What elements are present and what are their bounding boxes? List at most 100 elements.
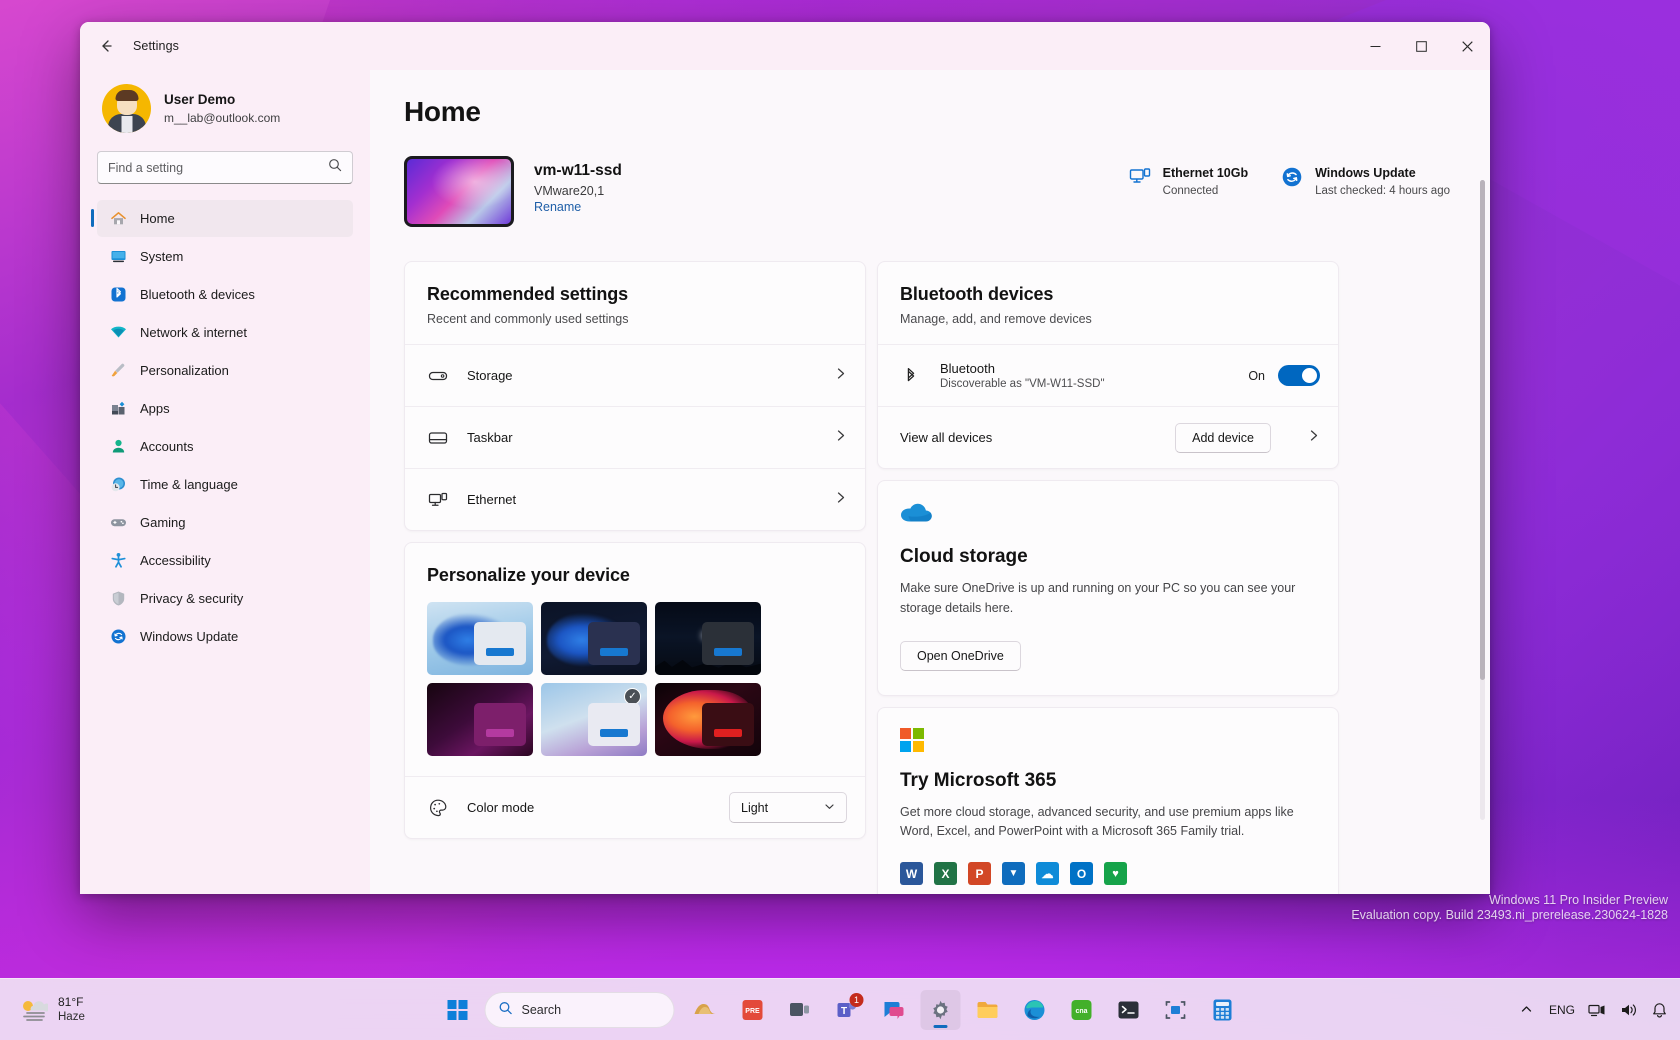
- sidebar-item-time-language[interactable]: Time & language: [97, 466, 353, 503]
- chevron-right-icon: [1307, 429, 1320, 447]
- sidebar-item-privacy-security[interactable]: Privacy & security: [97, 580, 353, 617]
- status-sub: Connected: [1163, 183, 1248, 200]
- sidebar-item-label: Personalization: [140, 363, 229, 378]
- anaconda-app[interactable]: cna: [1062, 990, 1102, 1030]
- card-title: Recommended settings: [427, 284, 843, 305]
- chat-app[interactable]: [874, 990, 914, 1030]
- wallpaper-option[interactable]: [655, 683, 761, 756]
- notification-icon[interactable]: [1650, 1001, 1668, 1019]
- word-icon: W: [900, 862, 923, 885]
- bluetooth-toggle[interactable]: [1278, 365, 1320, 386]
- search-setting-box[interactable]: [97, 151, 353, 184]
- wallpaper-option[interactable]: ✓: [541, 683, 647, 756]
- outlook-icon: O: [1070, 862, 1093, 885]
- taskbar-search[interactable]: Search: [485, 992, 675, 1028]
- color-mode-label: Color mode: [467, 800, 534, 815]
- prezi-app[interactable]: PRE: [733, 990, 773, 1030]
- teams-app[interactable]: T 1: [827, 990, 867, 1030]
- card-subtitle: Recent and commonly used settings: [427, 312, 843, 326]
- sidebar-item-personalization[interactable]: Personalization: [97, 352, 353, 389]
- edge-browser[interactable]: [1015, 990, 1055, 1030]
- status-windows-update[interactable]: Windows Update Last checked: 4 hours ago: [1280, 165, 1450, 200]
- calculator-app[interactable]: [1203, 990, 1243, 1030]
- onedrive-icon: ☁: [1036, 862, 1059, 885]
- file-explorer[interactable]: [968, 990, 1008, 1030]
- chevron-down-icon: [824, 801, 835, 815]
- svg-text:T: T: [841, 1006, 847, 1017]
- sidebar-item-accessibility[interactable]: Accessibility: [97, 542, 353, 579]
- sidebar-item-label: Time & language: [140, 477, 238, 492]
- color-mode-row[interactable]: Color mode Light: [405, 776, 865, 838]
- add-device-button[interactable]: Add device: [1175, 423, 1271, 453]
- network-tray-icon[interactable]: [1588, 1001, 1606, 1019]
- wallpaper-option[interactable]: [541, 602, 647, 675]
- user-profile[interactable]: User Demo m__lab@outlook.com: [97, 70, 353, 151]
- device-header: vm-w11-ssd VMware20,1 Rename Ethernet 10…: [404, 156, 1450, 227]
- gamepad-icon: [109, 514, 127, 532]
- m365-text: Get more cloud storage, advanced securit…: [900, 803, 1310, 843]
- maximize-button[interactable]: [1398, 22, 1444, 70]
- minimize-button[interactable]: [1352, 22, 1398, 70]
- start-button[interactable]: [438, 990, 478, 1030]
- page-title: Home: [404, 96, 1450, 128]
- wallpaper-option[interactable]: [427, 602, 533, 675]
- ethernet-icon: [1128, 165, 1152, 189]
- open-onedrive-button[interactable]: Open OneDrive: [900, 641, 1021, 671]
- avatar: [102, 84, 151, 133]
- sidebar-item-bluetooth[interactable]: Bluetooth & devices: [97, 276, 353, 313]
- recommended-row-ethernet[interactable]: Ethernet: [405, 468, 865, 530]
- rename-link[interactable]: Rename: [534, 200, 581, 214]
- weather-widget[interactable]: 81°F Haze: [18, 995, 85, 1024]
- device-thumbnail: [404, 156, 514, 227]
- sidebar-item-network[interactable]: Network & internet: [97, 314, 353, 351]
- status-ethernet[interactable]: Ethernet 10Gb Connected: [1128, 165, 1248, 200]
- bluetooth-toggle-row[interactable]: Bluetooth Discoverable as "VM-W11-SSD" O…: [878, 344, 1338, 406]
- language-indicator[interactable]: ENG: [1549, 1003, 1575, 1017]
- bluetooth-devices-card: Bluetooth devices Manage, add, and remov…: [877, 261, 1339, 469]
- copilot-button[interactable]: [686, 990, 726, 1030]
- wallpaper-option[interactable]: [427, 683, 533, 756]
- sidebar-item-windows-update[interactable]: Windows Update: [97, 618, 353, 655]
- network-icon: [109, 324, 127, 342]
- taskbar: 81°F Haze Search PRE T 1: [0, 978, 1680, 1040]
- weather-condition: Haze: [58, 1010, 85, 1024]
- recommended-row-taskbar[interactable]: Taskbar: [405, 406, 865, 468]
- bluetooth-toggle-state: On: [1248, 369, 1265, 383]
- status-group: Ethernet 10Gb Connected Windows Update L…: [1128, 156, 1450, 200]
- sidebar-item-home[interactable]: Home: [97, 200, 353, 237]
- color-mode-value: Light: [741, 801, 824, 815]
- row-label: Ethernet: [467, 492, 516, 507]
- wallpaper-option[interactable]: [655, 602, 761, 675]
- sidebar-item-accounts[interactable]: Accounts: [97, 428, 353, 465]
- sidebar-item-apps[interactable]: Apps: [97, 390, 353, 427]
- m365-title: Try Microsoft 365: [900, 770, 1316, 792]
- microsoft-logo-icon: [900, 728, 1316, 752]
- sidebar-item-gaming[interactable]: Gaming: [97, 504, 353, 541]
- search-input[interactable]: [108, 161, 328, 175]
- haze-icon: [18, 997, 48, 1023]
- terminal-app[interactable]: [1109, 990, 1149, 1030]
- color-mode-select[interactable]: Light: [729, 792, 847, 823]
- close-button[interactable]: [1444, 22, 1490, 70]
- content-scrollbar[interactable]: [1480, 180, 1485, 820]
- sidebar-item-label: System: [140, 249, 183, 264]
- back-button[interactable]: [89, 29, 123, 63]
- recommended-row-storage[interactable]: Storage: [405, 344, 865, 406]
- chevron-up-icon[interactable]: [1518, 1001, 1536, 1019]
- device-model: VMware20,1: [534, 184, 622, 198]
- bluetooth-icon: [109, 286, 127, 304]
- sidebar-item-system[interactable]: System: [97, 238, 353, 275]
- device-name: vm-w11-ssd: [534, 162, 622, 180]
- card-subtitle: Manage, add, and remove devices: [900, 312, 1316, 326]
- cloud-storage-title: Cloud storage: [900, 546, 1316, 568]
- snipping-tool[interactable]: [1156, 990, 1196, 1030]
- sidebar-item-label: Accessibility: [140, 553, 211, 568]
- settings-app[interactable]: [921, 990, 961, 1030]
- cloud-storage-card: Cloud storage Make sure OneDrive is up a…: [877, 480, 1339, 696]
- bluetooth-view-all-row[interactable]: View all devices Add device: [878, 406, 1338, 468]
- scrollbar-thumb[interactable]: [1480, 180, 1485, 680]
- window-title: Settings: [133, 39, 179, 53]
- personalize-device-card: Personalize your device ✓: [404, 542, 866, 839]
- task-view-button[interactable]: [780, 990, 820, 1030]
- volume-icon[interactable]: [1619, 1001, 1637, 1019]
